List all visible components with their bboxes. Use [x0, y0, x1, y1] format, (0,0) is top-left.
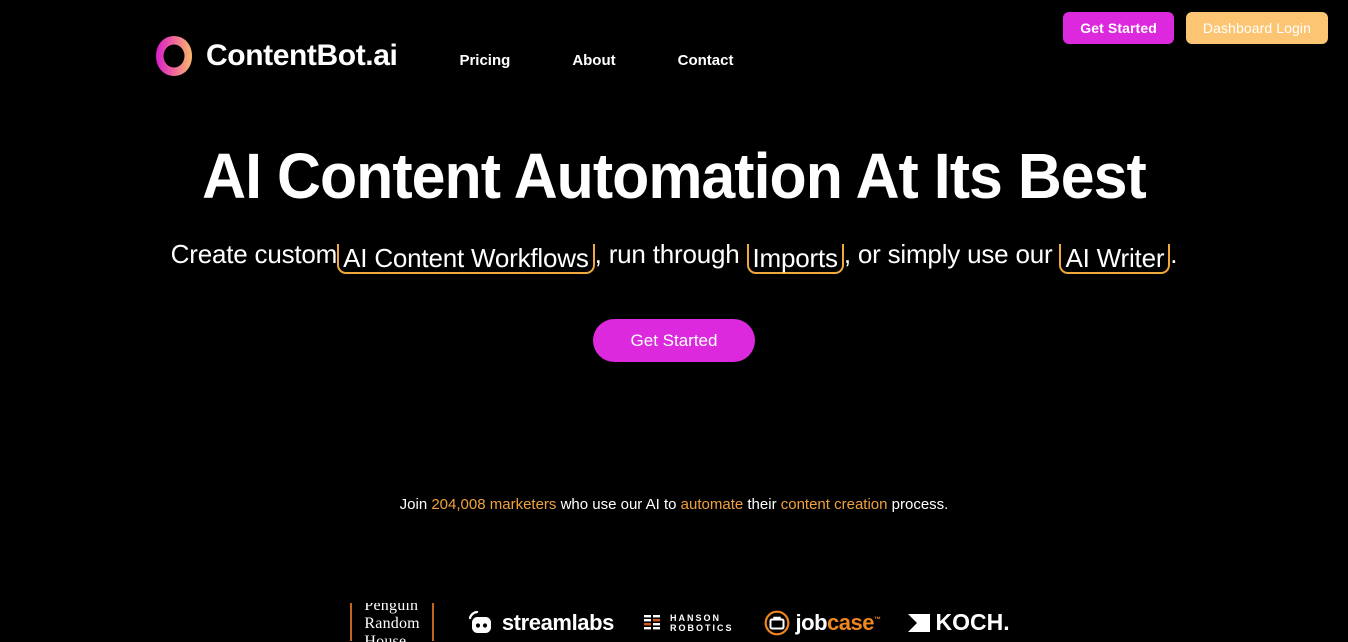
hanson-robotics-icon: [644, 613, 664, 633]
hero-subtitle-part3: , or simply use our: [843, 239, 1060, 270]
hero-subtitle-part1: Create custom: [170, 239, 338, 270]
logo-penguin-random-house: Penguin Random House: [364, 603, 419, 642]
hanson-line-2: ROBOTICS: [670, 622, 734, 633]
jobcase-briefcase-icon: [764, 610, 790, 636]
social-proof-middle: who use our AI to: [556, 496, 681, 513]
client-logo-strip: Penguin Random House streamlabs HANSON R…: [0, 603, 1348, 642]
jobcase-trademark: ™: [873, 616, 881, 624]
logo-divider-left: [350, 603, 353, 641]
hanson-line-1: HANSON: [670, 612, 722, 623]
social-proof-line: Join 204,008 marketers who use our AI to…: [0, 496, 1348, 513]
jobcase-text: jobcase™: [796, 610, 881, 636]
koch-mark-icon: [908, 612, 931, 634]
hero-title: AI Content Automation At Its Best: [202, 140, 1147, 212]
social-proof-automate: automate: [680, 496, 744, 513]
prh-line-1: Penguin: [364, 603, 419, 614]
hero-subtitle-part2: , run through: [594, 239, 747, 270]
prh-line-2: Random: [364, 614, 420, 632]
hero-highlight-workflows[interactable]: AI Content Workflows: [337, 244, 595, 275]
get-started-button-top[interactable]: Get Started: [1063, 12, 1174, 44]
hero-cta-wrapper: Get Started: [0, 319, 1348, 363]
dashboard-login-button[interactable]: Dashboard Login: [1185, 12, 1328, 44]
jobcase-part-job: job: [795, 609, 828, 635]
hero-subtitle-part4: .: [1170, 239, 1178, 270]
penguin-random-house-text: Penguin Random House: [364, 603, 419, 642]
logo-koch: KOCH.: [908, 603, 1010, 642]
social-proof-suffix: process.: [887, 496, 949, 513]
logo-divider-right: [431, 603, 434, 641]
social-proof-prefix: Join: [399, 496, 432, 513]
streamlabs-icon: [468, 610, 494, 636]
logo-hanson-robotics: HANSON ROBOTICS: [644, 603, 734, 642]
koch-text: KOCH.: [935, 609, 1010, 635]
hero-highlight-ai-writer[interactable]: AI Writer: [1059, 244, 1171, 275]
hero-subtitle: Create custom AI Content Workflows, run t…: [0, 239, 1348, 275]
social-proof-content-creation: content creation: [780, 496, 888, 513]
streamlabs-text: streamlabs: [501, 609, 615, 635]
logo-streamlabs: streamlabs: [468, 603, 614, 642]
prh-line-3: House: [364, 632, 407, 642]
hero-get-started-button[interactable]: Get Started: [592, 319, 756, 363]
hero-highlight-imports[interactable]: Imports: [746, 244, 844, 275]
social-proof-count: 204,008 marketers: [431, 496, 557, 513]
hero-section: AI Content Automation At Its Best Create…: [0, 0, 1348, 363]
hanson-robotics-text: HANSON ROBOTICS: [670, 613, 734, 633]
topbar-actions: Get Started Dashboard Login: [1063, 12, 1328, 44]
jobcase-part-case: case: [827, 609, 874, 635]
social-proof-middle2: their: [743, 496, 781, 513]
logo-jobcase: jobcase™: [764, 603, 881, 642]
